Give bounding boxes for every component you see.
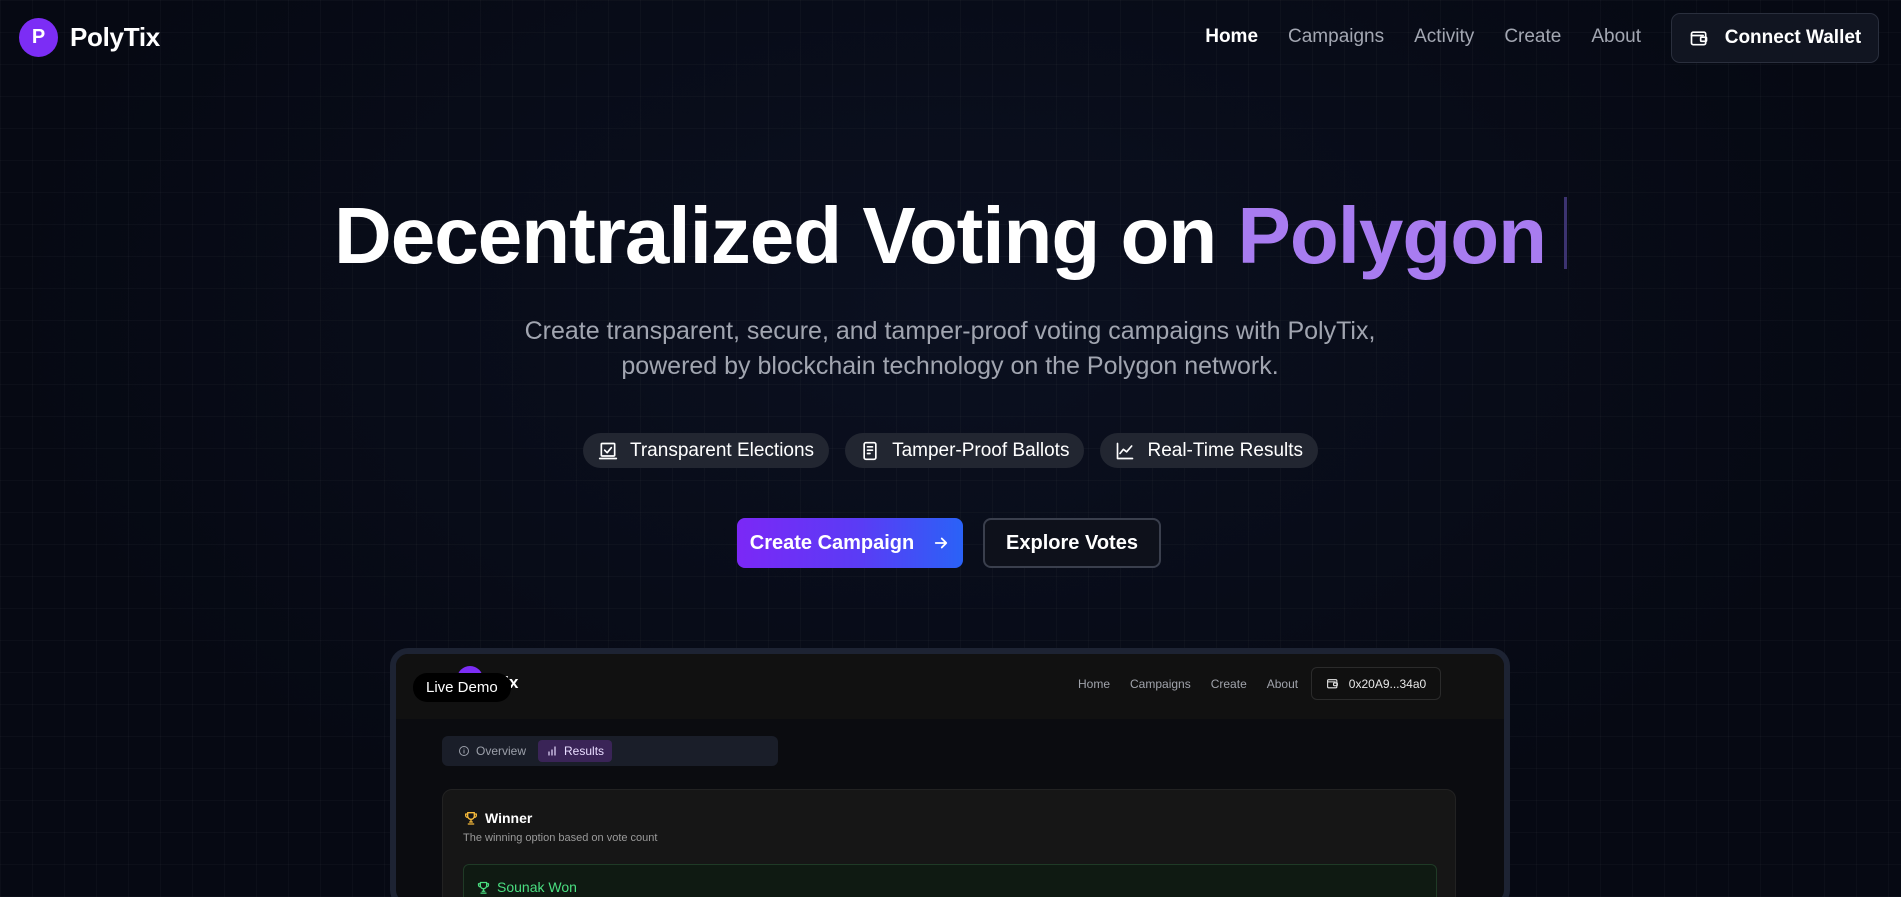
trophy-icon (465, 812, 477, 825)
nav-link-create[interactable]: Create (1504, 26, 1561, 48)
info-icon (459, 746, 469, 756)
demo-wallet-address: 0x20A9...34a0 (1348, 676, 1427, 691)
hero-cta-group: Create Campaign Explore Votes (737, 518, 1161, 568)
feature-pill-label: Transparent Elections (629, 439, 815, 461)
demo-tab-overview-label: Overview (476, 744, 527, 758)
demo-nav-link-campaigns: Campaigns (1130, 677, 1191, 691)
line-chart-icon (1117, 442, 1134, 459)
winner-name-label: Sounak Won (497, 879, 577, 895)
brand-name: PolyTix (70, 22, 160, 52)
feature-pill-label: Tamper-Proof Ballots (892, 439, 1070, 461)
winner-result-box: Sounak Won (463, 864, 1437, 897)
feature-pill-transparent: Transparent Elections (582, 433, 830, 468)
live-demo-badge: Live Demo (413, 673, 511, 702)
explore-votes-button[interactable]: Explore Votes (983, 518, 1161, 568)
demo-tab-overview: Overview (450, 740, 534, 762)
nav-link-campaigns[interactable]: Campaigns (1288, 26, 1384, 48)
create-campaign-button[interactable]: Create Campaign (737, 518, 963, 568)
live-demo-preview: lyTix Live Demo Home Campaigns Create Ab… (390, 648, 1510, 897)
winner-card-subtitle: The winning option based on vote count (463, 832, 658, 844)
hero-title-accent: Polygon (1237, 191, 1547, 280)
feature-pill-label: Real-Time Results (1147, 439, 1304, 461)
feature-pills: Transparent Elections Tamper-Proof Ballo… (0, 433, 1901, 468)
hero-title-main: Decentralized Voting on (333, 191, 1238, 280)
nav-links: Home Campaigns Activity Create About (1205, 26, 1641, 48)
ballot-check-icon (598, 442, 618, 459)
demo-nav-link-about: About (1266, 677, 1299, 691)
winner-name: Sounak Won (476, 879, 577, 895)
wallet-icon (1326, 679, 1338, 689)
demo-tab-results-label: Results (564, 744, 605, 758)
demo-nav-link-create: Create (1210, 677, 1247, 691)
create-campaign-label: Create Campaign (749, 531, 915, 554)
nav-link-activity[interactable]: Activity (1414, 26, 1474, 48)
connect-wallet-label: Connect Wallet (1724, 27, 1862, 48)
hero-title: Decentralized Voting on Polygon (0, 190, 1901, 282)
demo-nav-link-home: Home (1078, 677, 1111, 691)
winner-card: Winner The winning option based on vote … (442, 789, 1456, 897)
arrow-right-icon (935, 537, 948, 549)
logo-badge: P (19, 18, 58, 57)
demo-tab-results: Results (538, 740, 613, 762)
demo-wallet-button: 0x20A9...34a0 (1311, 667, 1441, 700)
brand-logo[interactable]: P PolyTix (19, 18, 160, 57)
demo-nav-links: Home Campaigns Create About (1078, 677, 1298, 691)
nav-link-home[interactable]: Home (1205, 26, 1258, 48)
connect-wallet-button[interactable]: Connect Wallet (1671, 13, 1879, 63)
typing-caret (1564, 197, 1568, 269)
trophy-icon (477, 881, 490, 894)
nav-link-about[interactable]: About (1591, 26, 1641, 48)
top-nav: P PolyTix Home Campaigns Activity Create… (0, 0, 1901, 76)
winner-title-label: Winner (485, 810, 533, 826)
wallet-icon (1690, 31, 1708, 46)
hero-subtitle: Create transparent, secure, and tamper-p… (524, 317, 1376, 380)
winner-card-title: Winner (463, 810, 532, 826)
feature-pill-tamper-proof: Tamper-Proof Ballots (845, 433, 1085, 468)
feature-pill-real-time: Real-Time Results (1100, 433, 1319, 468)
demo-nav: lyTix Live Demo Home Campaigns Create Ab… (396, 654, 1504, 719)
receipt-icon (863, 441, 877, 460)
bar-chart-icon (548, 746, 556, 756)
demo-tabs: Overview Results (442, 736, 778, 766)
